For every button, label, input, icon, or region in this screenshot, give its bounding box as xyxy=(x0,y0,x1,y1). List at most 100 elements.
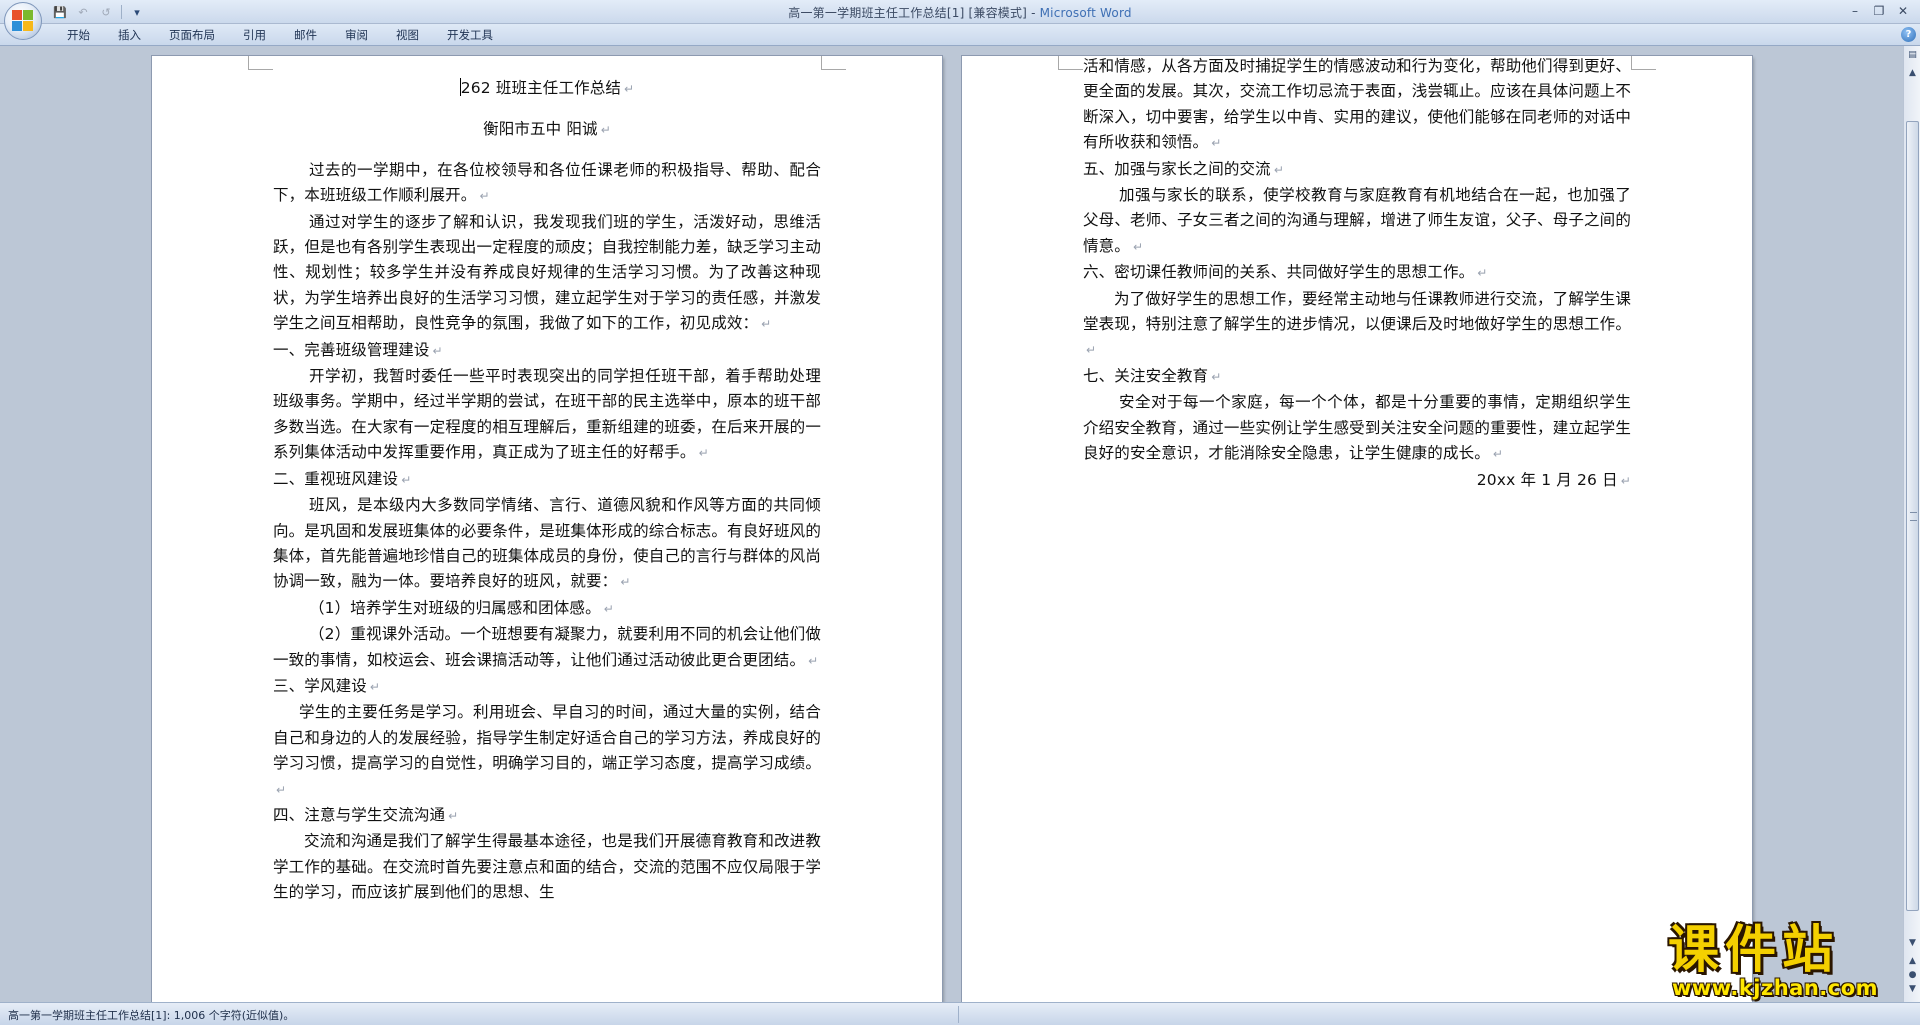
paragraph-mark: ↵ xyxy=(1273,162,1285,177)
document-title[interactable]: 262 班班主任工作总结 ↵ xyxy=(273,76,821,102)
restore-icon[interactable]: ❐ xyxy=(1868,2,1890,20)
crop-mark xyxy=(1631,69,1656,70)
office-button[interactable] xyxy=(4,2,42,40)
section-heading[interactable]: 三、学风建设 ↵ xyxy=(273,674,821,700)
next-page-icon[interactable]: ▼ xyxy=(1905,982,1920,997)
paragraph-text: 交流和沟通是我们了解学生得最基本途径，也是我们开展德育教育和改进教学工作的基础。… xyxy=(273,832,821,902)
crop-mark xyxy=(1631,56,1632,70)
heading-text: 七、关注安全教育 xyxy=(1083,366,1209,385)
heading-text: 二、重视班风建设 xyxy=(273,469,399,488)
document-page-2[interactable]: 活和情感，从各方面及时捕捉学生的情感波动和行为变化，帮助他们得到更好、更全面的发… xyxy=(962,56,1752,1002)
previous-page-icon[interactable]: ▲ xyxy=(1905,954,1920,969)
paragraph-text: 开学初，我暂时委任一些平时表现突出的同学担任班干部，着手帮助处理班级事务。学期中… xyxy=(273,367,821,462)
paragraph-mark: ↵ xyxy=(1211,136,1222,151)
paragraph-text: （1）培养学生对班级的归属感和团体感。 xyxy=(309,598,601,617)
paragraph-mark: ↵ xyxy=(698,446,709,461)
ribbon-tab-bar: 开始 插入 页面布局 引用 邮件 审阅 视图 开发工具 ? xyxy=(0,24,1920,46)
scrollbar-thumb[interactable] xyxy=(1906,121,1919,911)
heading-text: 一、完善班级管理建设 xyxy=(273,340,430,359)
paragraph[interactable]: 活和情感，从各方面及时捕捉学生的情感波动和行为变化，帮助他们得到更好、更全面的发… xyxy=(1083,56,1631,157)
ruler-toggle-icon[interactable]: ▤ xyxy=(1905,48,1920,63)
paragraph-text: 加强与家长的联系，使学校教育与家庭教育有机地结合在一起，也加强了父母、老师、子女… xyxy=(1083,186,1631,255)
document-date[interactable]: 20xx 年 1 月 26 日 ↵ xyxy=(1083,468,1631,494)
section-heading[interactable]: 六、密切课任教师间的关系、共同做好学生的思想工作。 ↵ xyxy=(1083,260,1631,286)
paragraph-mark: ↵ xyxy=(1086,343,1097,358)
paragraph[interactable]: 加强与家长的联系，使学校教育与家庭教育有机地结合在一起，也加强了父母、老师、子女… xyxy=(1083,183,1631,260)
window-title-app: Microsoft Word xyxy=(1039,6,1132,20)
help-icon[interactable]: ? xyxy=(1901,27,1916,42)
paragraph-mark: ↵ xyxy=(432,343,443,358)
paragraph-text: 学生的主要任务是学习。利用班会、早自习的时间，通过大量的实例，结合自己和身边的人… xyxy=(273,703,821,773)
watermark-title: 课件站 xyxy=(1668,921,1840,980)
document-author-text: 衡阳市五中 阳诚 xyxy=(483,120,598,139)
paragraph-mark: ↵ xyxy=(624,82,635,96)
paragraph-mark: ↵ xyxy=(1620,473,1631,488)
office-logo-icon xyxy=(12,10,34,32)
paragraph-mark: ↵ xyxy=(1132,239,1144,254)
status-text[interactable]: 高一第一学期班主任工作总结[1]: 1,006 个字符(近似值)。 xyxy=(8,1007,294,1023)
paragraph[interactable]: 交流和沟通是我们了解学生得最基本途径，也是我们开展德育教育和改进教学工作的基础。… xyxy=(273,829,821,905)
paragraph-text: 活和情感，从各方面及时捕捉学生的情感波动和行为变化，帮助他们得到更好、更全面的发… xyxy=(1083,57,1631,152)
paragraph-mark: ↵ xyxy=(401,472,412,487)
crop-mark xyxy=(821,56,822,70)
paragraph-mark: ↵ xyxy=(620,575,631,590)
paragraph[interactable]: 安全对于每一个家庭，每一个个体，都是十分重要的事情，定期组织学生介绍安全教育，通… xyxy=(1083,390,1631,467)
paragraph[interactable]: 开学初，我暂时委任一些平时表现突出的同学担任班干部，着手帮助处理班级事务。学期中… xyxy=(273,364,821,467)
tab-developer[interactable]: 开发工具 xyxy=(435,27,509,43)
list-item[interactable]: （2）重视课外活动。一个班想要有凝聚力，就要利用不同的机会让他们做一致的事情，如… xyxy=(273,622,821,674)
crop-mark xyxy=(1058,56,1059,70)
tab-home[interactable]: 开始 xyxy=(55,27,106,43)
page-2-body[interactable]: 活和情感，从各方面及时捕捉学生的情感波动和行为变化，帮助他们得到更好、更全面的发… xyxy=(1083,56,1631,494)
document-page-1[interactable]: 262 班班主任工作总结 ↵ 衡阳市五中 阳诚 ↵ 过去的一学期中，在各位校领导和各… xyxy=(152,56,942,1002)
section-heading[interactable]: 四、注意与学生交流沟通 ↵ xyxy=(273,803,821,829)
document-title-text: 262 班班主任工作总结 xyxy=(460,79,622,97)
list-item[interactable]: （1）培养学生对班级的归属感和团体感。 ↵ xyxy=(273,596,821,622)
scroll-up-icon[interactable]: ▲ xyxy=(1905,66,1920,81)
tab-mailings[interactable]: 邮件 xyxy=(282,27,333,43)
paragraph[interactable]: 过去的一学期中，在各位校领导和各位任课老师的积极指导、帮助、配合下，本班班级工作… xyxy=(273,158,821,210)
title-bar: 💾 ↶ ↺ ▾ 高一第一学期班主任工作总结[1] [兼容模式] - Micros… xyxy=(0,0,1920,24)
minimize-icon[interactable]: – xyxy=(1844,2,1866,20)
paragraph-mark: ↵ xyxy=(808,653,819,668)
crop-mark xyxy=(1058,69,1083,70)
vertical-scrollbar[interactable]: ▤ ▲ ▼ ▲ ● ▼ xyxy=(1903,46,1920,1002)
close-icon[interactable]: ✕ xyxy=(1892,2,1914,20)
status-bar: 高一第一学期班主任工作总结[1]: 1,006 个字符(近似值)。 xyxy=(0,1002,1920,1025)
tab-page-layout[interactable]: 页面布局 xyxy=(157,27,231,43)
heading-text: 五、加强与家长之间的交流 xyxy=(1083,159,1271,178)
paragraph-mark: ↵ xyxy=(600,123,611,138)
scroll-down-icon[interactable]: ▼ xyxy=(1905,936,1920,951)
section-heading[interactable]: 二、重视班风建设 ↵ xyxy=(273,467,821,493)
document-workspace[interactable]: 262 班班主任工作总结 ↵ 衡阳市五中 阳诚 ↵ 过去的一学期中，在各位校领导和各… xyxy=(0,46,1903,1002)
window-title-document: 高一第一学期班主任工作总结[1] [兼容模式] - xyxy=(788,6,1040,20)
paragraph-text: 安全对于每一个家庭，每一个个体，都是十分重要的事情，定期组织学生介绍安全教育，通… xyxy=(1083,393,1631,463)
heading-text: 三、学风建设 xyxy=(273,676,367,695)
paragraph[interactable]: 为了做好学生的思想工作，要经常主动地与任课教师进行交流，了解学生课堂表现，特别注… xyxy=(1083,287,1631,364)
heading-text: 六、密切课任教师间的关系、共同做好学生的思想工作。 xyxy=(1083,263,1475,282)
section-heading[interactable]: 五、加强与家长之间的交流 ↵ xyxy=(1083,157,1631,183)
paragraph-mark: ↵ xyxy=(1211,369,1222,384)
tab-review[interactable]: 审阅 xyxy=(333,27,384,43)
paragraph-mark: ↵ xyxy=(448,808,459,823)
tab-references[interactable]: 引用 xyxy=(231,27,282,43)
document-author[interactable]: 衡阳市五中 阳诚 ↵ xyxy=(273,117,821,143)
paragraph-text: 过去的一学期中，在各位校领导和各位任课老师的积极指导、帮助、配合下，本班班级工作… xyxy=(273,160,821,205)
paragraph-text: （2）重视课外活动。一个班想要有凝聚力，就要利用不同的机会让他们做一致的事情，如… xyxy=(273,625,821,669)
grip-icon xyxy=(1910,512,1917,521)
date-text: 20xx 年 1 月 26 日 xyxy=(1476,470,1618,489)
paragraph-mark: ↵ xyxy=(369,679,381,694)
watermark-logo: 课件站 www.kjzhan.com xyxy=(1668,921,1900,1001)
paragraph[interactable]: 通过对学生的逐步了解和认识，我发现我们班的学生，活泼好动，思维活跃，但是也有各别… xyxy=(273,210,821,338)
tab-view[interactable]: 视图 xyxy=(384,27,435,43)
section-heading[interactable]: 一、完善班级管理建设 ↵ xyxy=(273,338,821,364)
select-browse-object-icon[interactable]: ● xyxy=(1905,968,1920,983)
page-1-body[interactable]: 262 班班主任工作总结 ↵ 衡阳市五中 阳诚 ↵ 过去的一学期中，在各位校领导和各… xyxy=(273,68,821,906)
section-heading[interactable]: 七、关注安全教育 ↵ xyxy=(1083,364,1631,390)
paragraph[interactable]: 学生的主要任务是学习。利用班会、早自习的时间，通过大量的实例，结合自己和身边的人… xyxy=(273,700,821,803)
paragraph[interactable]: 班风，是本级内大多数同学情绪、言行、道德风貌和作风等方面的共同倾向。是巩固和发展… xyxy=(273,493,821,596)
watermark-url: www.kjzhan.com xyxy=(1672,976,1879,1000)
tab-insert[interactable]: 插入 xyxy=(106,27,157,43)
paragraph-mark: ↵ xyxy=(276,782,287,797)
ribbon-tabs: 开始 插入 页面布局 引用 邮件 审阅 视图 开发工具 xyxy=(55,27,509,43)
crop-mark xyxy=(248,56,249,70)
